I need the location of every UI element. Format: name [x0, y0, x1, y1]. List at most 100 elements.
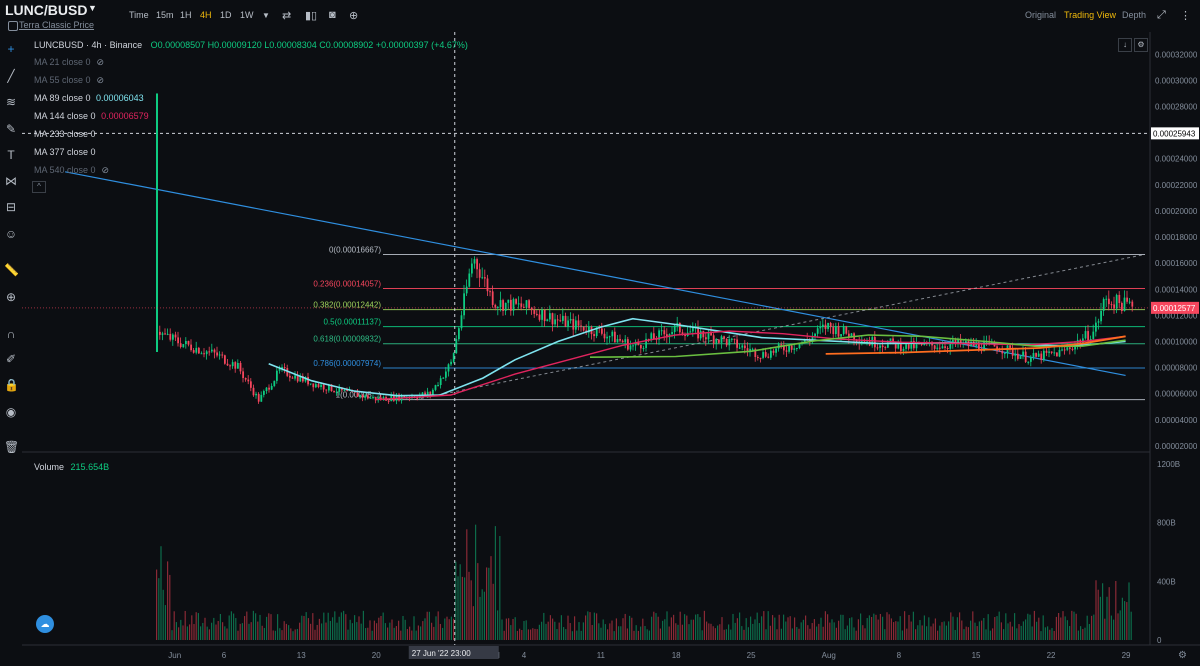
price-tick-label: 0.00030000 [1155, 76, 1198, 85]
volume-bar [1069, 626, 1071, 640]
interval-1d[interactable]: 1D [220, 10, 232, 20]
price-chart[interactable]: 0(0.00016667) 0.236(0.00014057) 0.382(0.00… [22, 32, 1200, 666]
volume-bar [787, 617, 789, 640]
ma233-label: MA 233 close 0 [34, 129, 96, 139]
volume-bar [842, 614, 844, 640]
volume-bar [992, 628, 994, 640]
ruler-icon[interactable]: 📏 [4, 263, 19, 277]
chart-settings-icon[interactable]: ⚙ [1134, 38, 1148, 52]
interval-1w[interactable]: 1W [240, 10, 254, 20]
emoji-icon[interactable]: ☺ [4, 227, 18, 241]
hidden-eye-icon[interactable]: ⊘ [97, 75, 105, 85]
view-depth[interactable]: Depth [1122, 10, 1146, 20]
draw-mode-icon[interactable]: ✐ [4, 352, 18, 366]
crosshair-icon[interactable]: + [4, 42, 18, 56]
candle-body [234, 362, 237, 369]
zoom-in-icon[interactable]: ⊕ [4, 290, 18, 304]
lock-icon[interactable]: 🔒 [4, 378, 19, 392]
pattern-icon[interactable]: ⋈ [4, 174, 18, 188]
candle-body [1110, 304, 1113, 306]
volume-bar [516, 630, 518, 640]
ma89-legend[interactable]: MA 89 close 0 0.00006043 [34, 93, 144, 103]
volume-bar [875, 614, 877, 640]
tradingview-logo-icon[interactable]: ☁ [36, 615, 54, 633]
measure-icon[interactable]: ⊟ [4, 200, 18, 214]
pair-dropdown-icon[interactable]: ▼ [88, 3, 97, 13]
candle-body [182, 344, 185, 348]
camera-icon[interactable]: ◙ [329, 9, 336, 21]
candle-body [1040, 353, 1043, 360]
hidden-eye-icon[interactable]: ⊘ [102, 165, 110, 175]
candle-body [837, 326, 840, 337]
ma21-legend[interactable]: MA 21 close 0 ⊘ [34, 57, 104, 68]
view-original[interactable]: Original [1025, 10, 1056, 20]
more-intervals-icon[interactable]: ▼ [262, 11, 270, 20]
fullscreen-icon[interactable]: ⤢ [1157, 9, 1166, 22]
candle-body [580, 325, 582, 327]
ma144-legend[interactable]: MA 144 close 0 0.00006579 [34, 111, 149, 121]
candle-body [936, 347, 939, 349]
candle-body [502, 300, 504, 311]
volume-bar [657, 616, 659, 640]
volume-bar [360, 623, 362, 640]
interval-1h[interactable]: 1H [180, 10, 192, 20]
volume-bar [607, 629, 609, 640]
trash-icon[interactable]: 🗑 [4, 440, 19, 454]
volume-bar [453, 618, 455, 640]
volume-bar [578, 622, 580, 640]
interval-time[interactable]: Time [129, 10, 149, 20]
volume-bar [202, 622, 204, 640]
visibility-icon[interactable]: ◉ [4, 405, 18, 419]
volume-bar [774, 617, 776, 640]
candle-body [998, 350, 1001, 352]
ma377-legend[interactable]: MA 377 close 0 [34, 147, 96, 157]
price-tick-label: 0.00006000 [1155, 390, 1198, 399]
volume-bar [248, 623, 250, 640]
download-icon[interactable]: ↓ [1118, 38, 1132, 52]
brush-icon[interactable]: ✎ [4, 122, 18, 136]
volume-bar [367, 627, 369, 640]
price-tick-label: 0.00004000 [1155, 416, 1198, 425]
candle-body [164, 333, 166, 335]
candle-type-icon[interactable]: ▮▯ [305, 9, 317, 22]
volume-bar [1097, 589, 1099, 640]
candle-body [283, 367, 286, 369]
volume-bar [255, 613, 257, 640]
volume-value: 215.654B [70, 462, 110, 472]
indicator-settings-icon[interactable]: ⇄ [282, 9, 291, 22]
volume-bar [1025, 619, 1027, 640]
volume-bar [406, 629, 408, 640]
candle-body [216, 352, 218, 356]
ma55-legend[interactable]: MA 55 close 0 ⊘ [34, 75, 104, 86]
trend-line-icon[interactable]: ╱ [4, 69, 18, 83]
volume-bar [435, 616, 437, 640]
hidden-eye-icon[interactable]: ⊘ [97, 57, 105, 67]
view-trading-view[interactable]: Trading View [1064, 10, 1116, 20]
interval-4h[interactable]: 4H [200, 10, 212, 20]
ma540-legend[interactable]: MA 540 close 0 ⊘ [34, 165, 109, 176]
pair-subtitle-link[interactable]: Terra Classic Price [19, 20, 94, 30]
candle-body [187, 341, 190, 345]
ma540-label: MA 540 close 0 [34, 165, 96, 175]
time-tick-label: 22 [1047, 651, 1056, 660]
candle-body [484, 277, 486, 279]
candle-body [494, 304, 497, 308]
candle-body [736, 339, 738, 348]
volume-bar [1011, 626, 1013, 640]
menu-icon[interactable]: ⋮ [1180, 9, 1191, 22]
ma233-legend[interactable]: MA 233 close 0 [34, 129, 96, 139]
candle-body [499, 300, 502, 308]
volume-bar [904, 611, 906, 640]
interval-15m[interactable]: 15m [156, 10, 174, 20]
magnet-icon[interactable]: ∩ [4, 327, 18, 341]
text-icon[interactable]: T [4, 148, 18, 162]
volume-bar [890, 618, 892, 640]
add-indicator-icon[interactable]: ⊕ [349, 9, 358, 22]
fib-tool-icon[interactable]: ≋ [4, 95, 18, 109]
volume-bar [811, 623, 813, 640]
collapse-legend-icon[interactable]: ^ [32, 181, 46, 193]
volume-bar [974, 622, 976, 640]
pair-title[interactable]: LUNC/BUSD [5, 2, 87, 18]
volume-bar [479, 596, 481, 640]
candle-body [525, 300, 528, 308]
